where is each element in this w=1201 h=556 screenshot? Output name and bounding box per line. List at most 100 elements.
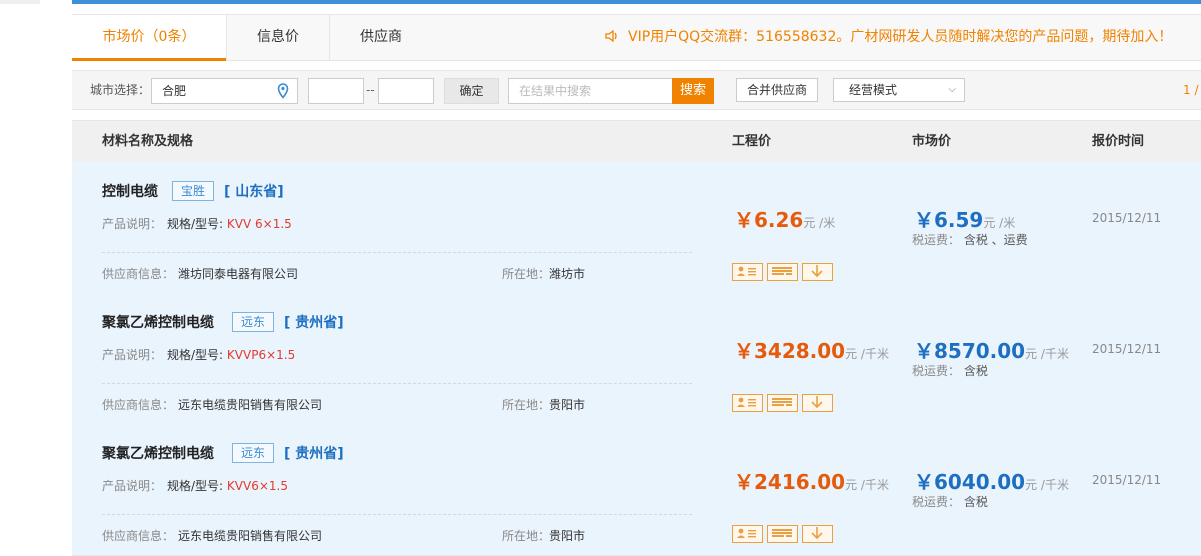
table-row: 聚氯乙烯控制电缆 远东 [ 贵州省] 产品说明： 规格/型号: KVVP6×1.… <box>72 293 1201 425</box>
download-icon[interactable] <box>802 263 833 281</box>
price-max-input[interactable] <box>378 78 434 104</box>
market-price-value: ￥6.59 <box>914 208 984 232</box>
tax-label: 税运费： <box>912 495 961 509</box>
market-price-unit: 元 /千米 <box>1025 347 1069 361</box>
eng-price-unit: 元 /千米 <box>845 347 889 361</box>
spec-prefix: 规格/型号: <box>167 479 224 493</box>
brand-badge[interactable]: 远东 <box>232 443 275 463</box>
row-actions <box>732 394 837 413</box>
keyboard-icon[interactable] <box>767 525 798 543</box>
spec-text: 规格/型号: KVV6×1.5 <box>167 477 288 494</box>
spec-value: KVV6×1.5 <box>226 479 288 493</box>
market-price-value: ￥6040.00 <box>914 470 1026 494</box>
tax-value: 含税 、运费 <box>963 233 1028 247</box>
supplier-card-icon[interactable] <box>732 394 763 412</box>
tax-info: 税运费： 含税 <box>912 362 988 379</box>
left-margin <box>0 0 72 549</box>
tab-info-price[interactable]: 信息价 <box>227 15 329 60</box>
brand-badge[interactable]: 远东 <box>232 312 275 332</box>
province-link[interactable]: [ 山东省] <box>224 181 284 201</box>
market-price: ￥6.59元 /米 <box>914 204 1015 233</box>
table-row: 控制电缆 宝胜 [ 山东省] 产品说明： 规格/型号: KVV 6×1.5 供应… <box>72 162 1201 294</box>
eng-price: ￥2416.00元 /千米 <box>734 466 889 495</box>
business-mode-select[interactable]: 经营模式 ⌵ <box>833 78 965 102</box>
tab-market-price[interactable]: 市场价（0条） <box>72 15 227 61</box>
supplier-name[interactable]: 潍坊同泰电器有限公司 <box>178 265 298 282</box>
desc-label: 产品说明： <box>102 348 163 362</box>
quote-date: 2015/12/11 <box>1092 473 1162 487</box>
tab-bar: 市场价（0条） 信息价 供应商 VIP用户QQ交流群：516558632。广材网… <box>72 14 1201 61</box>
eng-price-value: ￥6.26 <box>734 208 804 232</box>
province-link[interactable]: [ 贵州省] <box>284 443 344 463</box>
spec-value: KVVP6×1.5 <box>226 348 296 362</box>
tax-value: 含税 <box>963 364 988 378</box>
table-header: 材料名称及规格 工程价 市场价 报价时间 <box>72 120 1201 163</box>
location-value: 贵阳市 <box>549 398 586 412</box>
tax-value: 含税 <box>963 495 988 509</box>
eng-price-unit: 元 /米 <box>803 216 836 230</box>
location-value: 潍坊市 <box>549 267 586 281</box>
eng-price: ￥3428.00元 /千米 <box>734 335 889 364</box>
chevron-down-icon: ⌵ <box>948 84 956 95</box>
city-select[interactable]: 合肥 <box>151 78 298 104</box>
download-icon[interactable] <box>802 394 833 412</box>
price-min-input[interactable] <box>308 78 364 104</box>
market-price-unit: 元 /米 <box>983 216 1016 230</box>
pager[interactable]: 1 / <box>1183 71 1199 109</box>
supplier-label: 供应商信息： <box>102 398 175 412</box>
spec-value: KVV 6×1.5 <box>226 217 292 231</box>
supplier-card-icon[interactable] <box>732 525 763 543</box>
top-accent-bar <box>72 0 1201 4</box>
range-dash: -- <box>366 83 375 97</box>
supplier-card-icon[interactable] <box>732 263 763 281</box>
speaker-icon <box>605 29 617 43</box>
header-eng-price: 工程价 <box>732 134 772 149</box>
header-quote-time: 报价时间 <box>1092 134 1145 149</box>
filter-bar: 城市选择： 合肥 -- 确定 在结果中搜索 搜索 合并供应商 经营模式 ⌵ 1 … <box>72 70 1201 110</box>
spec-prefix: 规格/型号: <box>167 217 224 231</box>
keyboard-icon[interactable] <box>767 263 798 281</box>
search-input[interactable]: 在结果中搜索 <box>508 78 682 104</box>
spec-prefix: 规格/型号: <box>167 348 224 362</box>
keyboard-icon[interactable] <box>767 394 798 412</box>
supplier-label: 供应商信息： <box>102 529 175 543</box>
product-name[interactable]: 聚氯乙烯控制电缆 <box>102 312 214 332</box>
location-pin-icon <box>277 83 289 99</box>
spec-text: 规格/型号: KVV 6×1.5 <box>167 215 292 232</box>
merge-supplier-button[interactable]: 合并供应商 <box>736 78 818 102</box>
business-mode-label: 经营模式 <box>849 83 898 97</box>
quote-date: 2015/12/11 <box>1092 342 1162 356</box>
confirm-button[interactable]: 确定 <box>444 78 499 104</box>
vip-notice[interactable]: VIP用户QQ交流群：516558632。广材网研发人员随时解决您的产品问题，期… <box>604 15 1172 60</box>
market-price: ￥6040.00元 /千米 <box>914 466 1069 495</box>
eng-price-value: ￥3428.00 <box>734 339 846 363</box>
tab-supplier[interactable]: 供应商 <box>330 15 432 60</box>
market-price-unit: 元 /千米 <box>1025 478 1069 492</box>
supplier-name[interactable]: 远东电缆贵阳销售有限公司 <box>178 527 322 544</box>
tax-label: 税运费： <box>912 364 961 378</box>
eng-price: ￥6.26元 /米 <box>734 204 835 233</box>
search-button[interactable]: 搜索 <box>672 78 714 104</box>
product-name[interactable]: 控制电缆 <box>102 181 158 201</box>
table-row: 聚氯乙烯控制电缆 远东 [ 贵州省] 产品说明： 规格/型号: KVV6×1.5… <box>72 424 1201 556</box>
tax-info: 税运费： 含税 、运费 <box>912 231 1028 248</box>
eng-price-unit: 元 /千米 <box>845 478 889 492</box>
row-divider <box>102 514 692 515</box>
supplier-name[interactable]: 远东电缆贵阳销售有限公司 <box>178 396 322 413</box>
supplier-label: 供应商信息： <box>102 267 175 281</box>
download-icon[interactable] <box>802 525 833 543</box>
city-value: 合肥 <box>162 84 187 98</box>
province-link[interactable]: [ 贵州省] <box>284 312 344 332</box>
left-ghost-bar <box>0 0 40 4</box>
eng-price-value: ￥2416.00 <box>734 470 846 494</box>
location-label: 所在地： <box>502 398 551 412</box>
location-value: 贵阳市 <box>549 529 586 543</box>
spec-text: 规格/型号: KVVP6×1.5 <box>167 346 295 363</box>
location-label: 所在地： <box>502 529 551 543</box>
product-name[interactable]: 聚氯乙烯控制电缆 <box>102 443 214 463</box>
brand-badge[interactable]: 宝胜 <box>172 181 215 201</box>
vip-notice-text: VIP用户QQ交流群：516558632。广材网研发人员随时解决您的产品问题，期… <box>628 29 1173 45</box>
row-actions <box>732 525 837 544</box>
desc-label: 产品说明： <box>102 479 163 493</box>
market-price-value: ￥8570.00 <box>914 339 1026 363</box>
